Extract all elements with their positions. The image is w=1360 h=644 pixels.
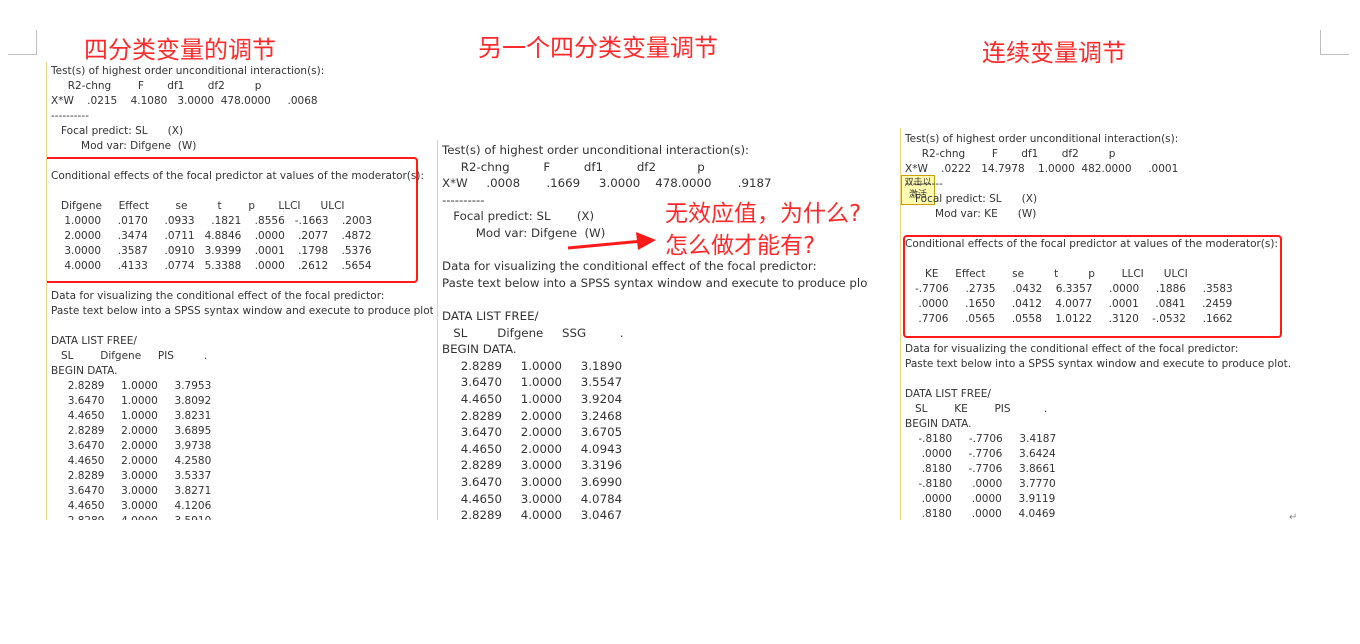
- annotation-arrow: [567, 232, 656, 250]
- annotation-question-line: 无效应值，为什么?: [665, 201, 862, 227]
- paragraph-mark: ↵: [1289, 512, 1298, 523]
- annotation-question-line: 怎么做才能有?: [665, 233, 816, 259]
- annotation-question: 无效应值，为什么? 怎么做才能有?: [665, 198, 861, 262]
